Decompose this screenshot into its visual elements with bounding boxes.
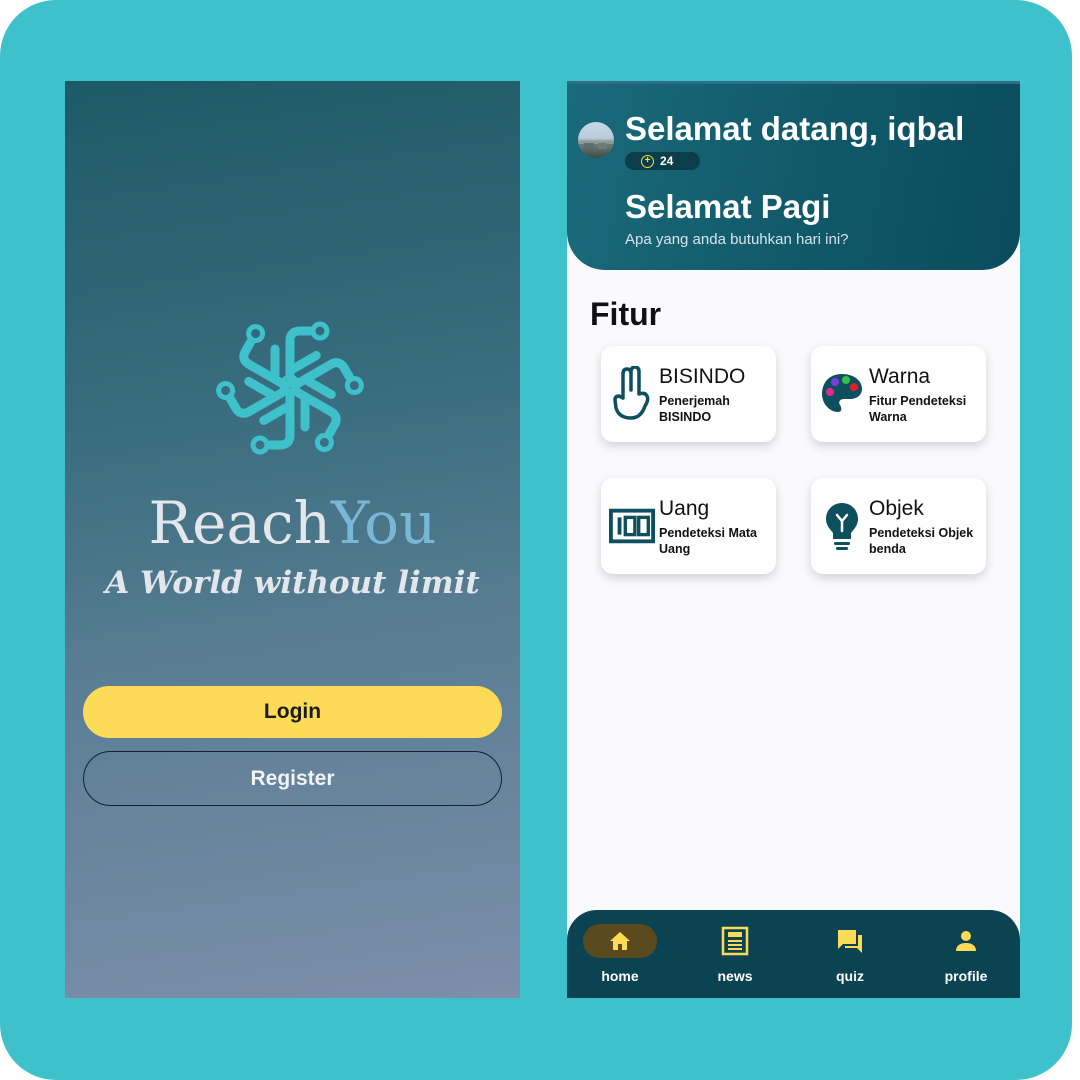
nav-item-profile[interactable]: profile xyxy=(921,924,1011,994)
nav-item-home[interactable]: home xyxy=(575,924,665,994)
feature-title: Warna xyxy=(869,365,931,388)
brand-part-you: You xyxy=(330,489,437,557)
nav-label: profile xyxy=(944,968,988,984)
welcome-text: Selamat datang, iqbal xyxy=(625,110,965,147)
nav-item-quiz[interactable]: quiz xyxy=(805,924,895,994)
coin-icon: + xyxy=(641,154,654,168)
register-button[interactable]: Register xyxy=(83,751,502,806)
greeting-text: Selamat Pagi xyxy=(625,188,831,225)
avatar[interactable] xyxy=(578,122,614,158)
points-badge: + 24 xyxy=(625,152,700,170)
feature-card-uang[interactable]: Uang Pendeteksi Mata Uang xyxy=(601,478,776,574)
chat-icon xyxy=(805,924,895,958)
lightbulb-icon xyxy=(819,498,865,554)
home-header: Selamat datang, iqbal + 24 Selamat Pagi … xyxy=(567,81,1020,270)
money-icon xyxy=(609,498,655,554)
app-brand-name: ReachYou xyxy=(65,489,520,557)
palette-icon xyxy=(819,366,865,422)
nav-label: news xyxy=(717,968,753,984)
person-icon xyxy=(921,924,1011,958)
subgreeting-text: Apa yang anda butuhkan hari ini? xyxy=(625,231,849,248)
feature-card-objek[interactable]: Objek Pendeteksi Objek benda xyxy=(811,478,986,574)
feature-card-warna[interactable]: Warna Fitur Pendeteksi Warna xyxy=(811,346,986,442)
tagline: A World without limit xyxy=(105,565,480,601)
reachyou-logo-icon xyxy=(215,313,365,463)
feature-title: BISINDO xyxy=(659,365,746,388)
hand-sign-icon xyxy=(609,366,655,422)
feature-desc: Fitur Pendeteksi Warna xyxy=(869,394,967,424)
newspaper-icon xyxy=(690,924,780,958)
brand-part-reach: Reach xyxy=(148,489,331,557)
nav-label: quiz xyxy=(836,968,864,984)
splash-screen: ReachYou A World without limit Login Reg… xyxy=(65,81,520,998)
home-icon xyxy=(583,924,657,958)
feature-title: Uang xyxy=(659,497,710,520)
feature-title: Objek xyxy=(869,497,924,520)
feature-desc: Pendeteksi Objek benda xyxy=(869,526,974,556)
feature-desc: Pendeteksi Mata Uang xyxy=(659,526,757,556)
nav-label: home xyxy=(601,968,639,984)
home-screen: Selamat datang, iqbal + 24 Selamat Pagi … xyxy=(567,81,1020,998)
section-title: Fitur xyxy=(590,296,662,332)
bottom-nav: home news quiz profile xyxy=(567,910,1020,998)
login-button[interactable]: Login xyxy=(83,686,502,738)
points-value: 24 xyxy=(660,154,674,168)
nav-item-news[interactable]: news xyxy=(690,924,780,994)
feature-desc: Penerjemah BISINDO xyxy=(659,394,730,424)
feature-card-bisindo[interactable]: BISINDO Penerjemah BISINDO xyxy=(601,346,776,442)
